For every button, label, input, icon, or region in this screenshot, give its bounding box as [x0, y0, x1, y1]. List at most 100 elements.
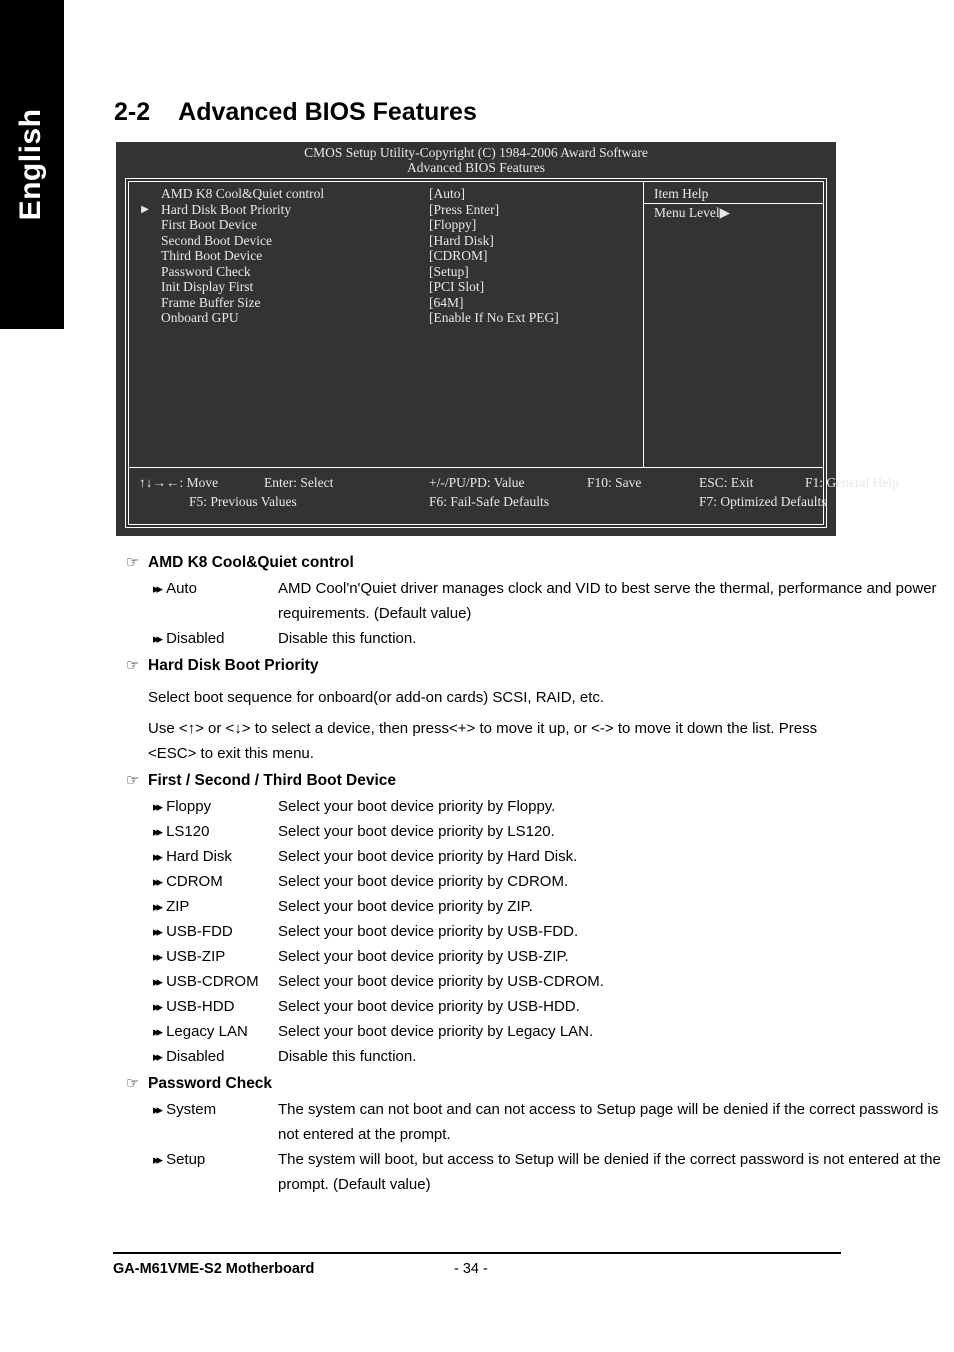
- option-description: Select your boot device priority by USB-…: [278, 973, 604, 990]
- option-name: ▸▸ USB-FDD: [153, 919, 233, 944]
- bios-item-label: Third Boot Device: [161, 248, 263, 263]
- option-name: ▸▸ Disabled: [153, 626, 224, 651]
- bios-row-indent: [129, 310, 161, 326]
- bios-row-indent: [129, 295, 161, 311]
- option-name: ▸▸ Auto: [153, 576, 197, 601]
- option-row: ▸▸ CDROM Select your boot device priority …: [0, 869, 954, 894]
- page-title-text: Advanced BIOS Features: [178, 98, 477, 126]
- footer-divider: [113, 1252, 841, 1254]
- option-row: ▸▸ Floppy Select your boot device priority…: [0, 794, 954, 819]
- document-body: ☞ AMD K8 Cool&Quiet control ▸▸ Auto AMD Cool…: [0, 548, 954, 1197]
- submenu-arrow-icon: ▶: [141, 203, 149, 215]
- language-tab: English: [0, 0, 64, 329]
- bios-item-value[interactable]: [Press Enter]: [429, 202, 643, 218]
- bios-menu-level-label: Menu Level▶: [654, 204, 730, 220]
- bios-item-label: First Boot Device: [161, 217, 257, 232]
- option-row: ▸▸ USB-ZIP Select your boot device priorit…: [0, 944, 954, 969]
- option-row: ▸▸ Disabled Disable this function.: [0, 626, 954, 651]
- bios-key-hint: F1: General Help: [805, 475, 899, 490]
- bios-row-indent: [129, 279, 161, 295]
- option-description: Select your boot device priority by CDRO…: [278, 873, 569, 890]
- option-name-text: System: [166, 1101, 217, 1118]
- bios-item-value[interactable]: [Enable If No Ext PEG]: [429, 310, 643, 326]
- bios-item-value[interactable]: [Hard Disk]: [429, 233, 643, 249]
- option-name-text: Legacy LAN: [166, 1023, 248, 1040]
- option-name: ▸▸ CDROM: [153, 869, 223, 894]
- section-paragraph: Use <↑> or <↓> to select a device, then …: [148, 720, 818, 762]
- bios-item-value[interactable]: [PCI Slot]: [429, 279, 643, 295]
- bios-item-label: Hard Disk Boot Priority: [161, 201, 292, 217]
- bios-key-legend-row-1: ↑↓→←: Move Enter: Select +/-/PU/PD: Value F…: [129, 473, 899, 492]
- manual-section: ☞ Hard Disk Boot Priority Select boot sequ…: [0, 653, 954, 766]
- section-heading-text: First / Second / Third Boot Device: [148, 772, 397, 789]
- option-row: ▸▸ Auto AMD Cool'n'Quiet driver manages cl…: [0, 576, 954, 626]
- bios-outer-frame: AMD K8 Cool&Quiet control [Auto] ▶ Hard Dis…: [125, 178, 899, 528]
- bios-key-hint: F7: Optimized Defaults: [699, 494, 827, 509]
- option-name-text: USB-HDD: [166, 998, 235, 1015]
- bios-item-help-panel: Item Help Menu Level▶: [643, 182, 823, 467]
- bios-row-indent: [129, 264, 161, 280]
- bios-item-list: AMD K8 Cool&Quiet control [Auto] ▶ Hard Dis…: [129, 182, 643, 467]
- footer-product-name: GA-M61VME-S2 Motherboard: [113, 1261, 315, 1277]
- bios-key-hint: Enter: Select: [264, 475, 334, 490]
- bios-item-row[interactable]: Frame Buffer Size [64M]: [129, 295, 643, 311]
- double-arrow-icon: ▸▸: [153, 899, 163, 914]
- bios-inner-frame: AMD K8 Cool&Quiet control [Auto] ▶ Hard Dis…: [128, 181, 899, 525]
- bios-item-value[interactable]: [Floppy]: [429, 217, 643, 233]
- bios-item-help-title: Item Help: [644, 182, 823, 204]
- double-arrow-icon: ▸▸: [153, 1024, 163, 1039]
- pointing-hand-icon: ☞: [126, 772, 140, 789]
- bios-setup-screenshot: CMOS Setup Utility-Copyright (C) 1984-20…: [116, 142, 899, 536]
- pointing-hand-icon: ☞: [126, 1075, 140, 1092]
- bios-item-row[interactable]: Third Boot Device [CDROM]: [129, 248, 643, 264]
- manual-section: ☞ Password Check ▸▸ System The system can no…: [0, 1071, 954, 1197]
- option-name: ▸▸ Floppy: [153, 794, 211, 819]
- section-heading: ☞ Hard Disk Boot Priority: [0, 653, 954, 679]
- double-arrow-icon: ▸▸: [153, 631, 163, 646]
- double-arrow-icon: ▸▸: [153, 1049, 163, 1064]
- bios-item-value[interactable]: [Setup]: [429, 264, 643, 280]
- bios-item-row[interactable]: Onboard GPU [Enable If No Ext PEG]: [129, 310, 643, 326]
- option-description: Select your boot device priority by ZIP.: [278, 898, 533, 915]
- option-name-text: Disabled: [166, 630, 225, 647]
- option-name: ▸▸ USB-ZIP: [153, 944, 225, 969]
- option-row: ▸▸ Setup The system will boot, but access …: [0, 1147, 954, 1197]
- option-name-text: Setup: [166, 1151, 206, 1168]
- manual-section: ☞ AMD K8 Cool&Quiet control ▸▸ Auto AMD Cool…: [0, 550, 954, 651]
- bios-row-indent: [129, 186, 161, 202]
- option-name-text: USB-FDD: [166, 923, 233, 940]
- pointing-hand-icon: ☞: [126, 657, 140, 674]
- bios-item-row[interactable]: First Boot Device [Floppy]: [129, 217, 643, 233]
- section-heading-text: Password Check: [148, 1075, 273, 1092]
- bios-item-row[interactable]: AMD K8 Cool&Quiet control [Auto]: [129, 186, 643, 202]
- bios-item-value[interactable]: [CDROM]: [429, 248, 643, 264]
- bios-item-value[interactable]: [Auto]: [429, 186, 643, 202]
- section-heading: ☞ AMD K8 Cool&Quiet control: [0, 550, 954, 576]
- option-name-text: LS120: [166, 823, 210, 840]
- option-row: ▸▸ USB-FDD Select your boot device priorit…: [0, 919, 954, 944]
- page-title-number: 2-2: [114, 98, 151, 126]
- bios-row-indent: [129, 233, 161, 249]
- option-row: ▸▸ USB-HDD Select your boot device priorit…: [0, 994, 954, 1019]
- bios-item-label: Password Check: [161, 263, 251, 279]
- double-arrow-icon: ▸▸: [153, 799, 163, 814]
- option-description: The system will boot, but access to Setu…: [278, 1151, 941, 1193]
- option-name: ▸▸ Hard Disk: [153, 844, 232, 869]
- option-name: ▸▸ USB-CDROM: [153, 969, 259, 994]
- bios-item-row[interactable]: ▶ Hard Disk Boot Priority [Press Enter]: [129, 202, 643, 218]
- bios-item-row[interactable]: Init Display First [PCI Slot]: [129, 279, 643, 295]
- option-description: Disable this function.: [278, 630, 417, 647]
- option-description: Disable this function.: [278, 1048, 417, 1065]
- bios-item-label: AMD K8 Cool&Quiet control: [161, 186, 325, 201]
- bios-item-row[interactable]: Second Boot Device [Hard Disk]: [129, 233, 643, 249]
- double-arrow-icon: ▸▸: [153, 924, 163, 939]
- bios-item-row[interactable]: Password Check [Setup]: [129, 264, 643, 280]
- double-arrow-icon: ▸▸: [153, 581, 163, 596]
- bios-key-hint: ESC: Exit: [699, 475, 754, 490]
- bios-key-hint: F6: Fail-Safe Defaults: [429, 494, 549, 509]
- bios-item-value[interactable]: [64M]: [429, 295, 643, 311]
- double-arrow-icon: ▸▸: [153, 974, 163, 989]
- option-row: ▸▸ System The system can not boot and can …: [0, 1097, 954, 1147]
- bios-key-hint: F5: Previous Values: [189, 494, 297, 509]
- option-name: ▸▸ Disabled: [153, 1044, 224, 1069]
